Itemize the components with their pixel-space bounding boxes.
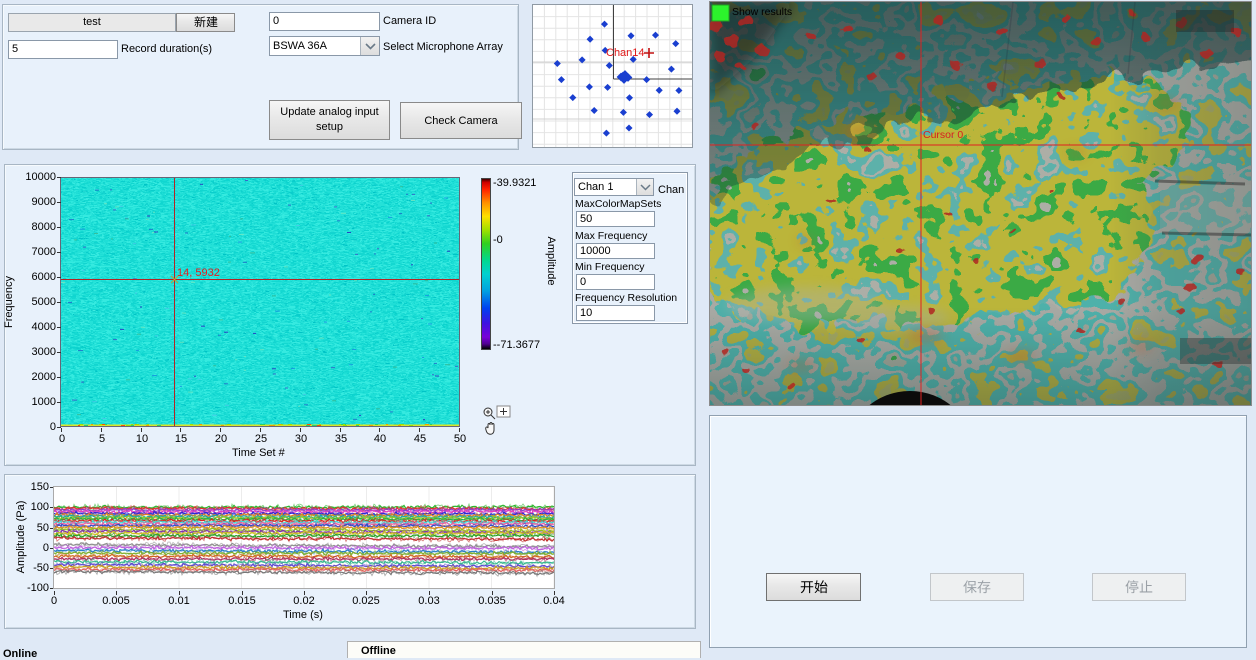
svg-text:14, 5932: 14, 5932 — [177, 267, 220, 279]
svg-text:Cursor 0: Cursor 0 — [923, 129, 963, 141]
svg-text:Chan14: Chan14 — [606, 47, 645, 59]
svg-text:Show results: Show results — [732, 6, 792, 18]
